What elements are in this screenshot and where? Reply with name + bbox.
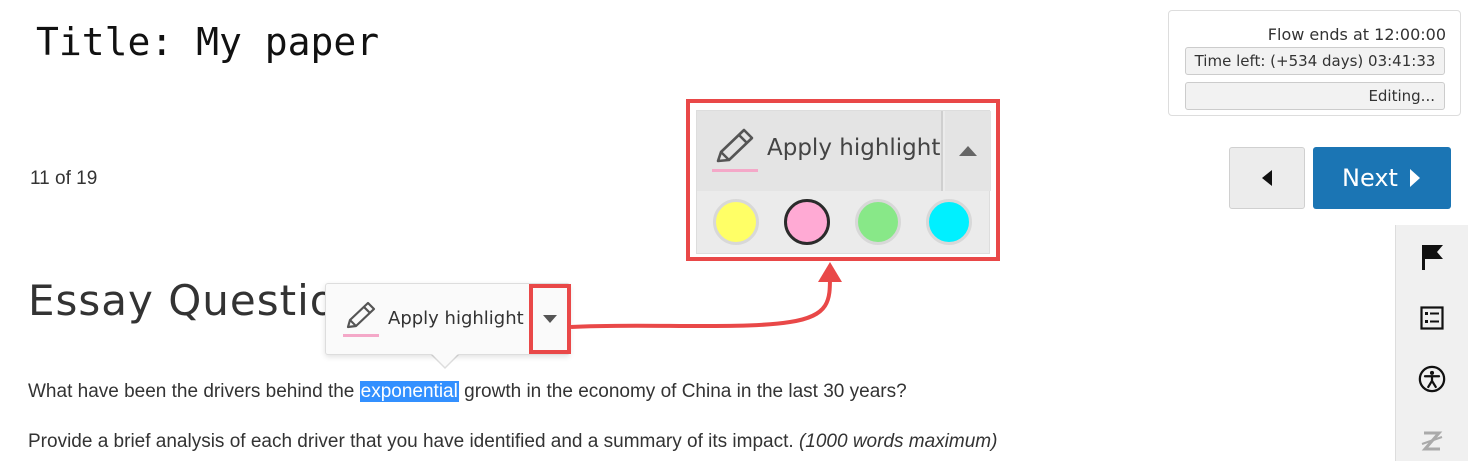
swatch-pink[interactable]: [784, 199, 830, 245]
accessibility-icon[interactable]: [1418, 365, 1446, 393]
time-left-display: Time left: (+534 days) 03:41:33: [1185, 47, 1445, 75]
question-text-after: growth in the economy of China in the la…: [458, 381, 907, 402]
next-button[interactable]: Next: [1313, 147, 1451, 209]
highlight-collapse-toggle[interactable]: [945, 111, 991, 191]
next-button-label: Next: [1342, 164, 1398, 192]
pencil-icon: [711, 127, 759, 174]
swatch-cyan[interactable]: [926, 199, 972, 245]
apply-highlight-label: Apply highlight: [767, 135, 941, 161]
list-icon[interactable]: [1418, 304, 1446, 332]
triangle-right-icon: [1409, 169, 1420, 187]
chevron-up-icon: [959, 146, 977, 156]
question-instruction: Provide a brief analysis of each driver …: [28, 431, 997, 453]
pencil-color-underline: [712, 169, 758, 172]
question-text-before: What have been the drivers behind the: [28, 381, 360, 402]
strikethrough-z-icon[interactable]: [1418, 427, 1446, 455]
color-swatch-row: [697, 191, 991, 255]
highlight-dropdown-toggle[interactable]: [529, 284, 571, 354]
word-limit-note: (1000 words maximum): [798, 431, 998, 452]
question-text: What have been the drivers behind the ex…: [28, 381, 907, 403]
swatch-green[interactable]: [855, 199, 901, 245]
apply-highlight-large-button[interactable]: Apply highlight: [697, 111, 943, 191]
side-toolbar: [1395, 225, 1468, 461]
pencil-color-underline: [343, 334, 379, 337]
triangle-left-icon: [1262, 170, 1272, 186]
timer-panel: Flow ends at 12:00:00 Time left: (+534 d…: [1168, 10, 1461, 116]
instruction-text: Provide a brief analysis of each driver …: [28, 431, 799, 452]
chevron-down-icon: [543, 315, 557, 323]
page-title: Title: My paper: [36, 20, 380, 64]
previous-button[interactable]: [1229, 147, 1305, 209]
flow-end-time: Flow ends at 12:00:00: [1267, 25, 1446, 44]
question-heading: Essay Question: [28, 276, 365, 325]
editing-status: Editing...: [1185, 82, 1445, 110]
popup-pointer: [432, 354, 458, 367]
swatch-yellow[interactable]: [713, 199, 759, 245]
apply-highlight-button[interactable]: Apply highlight: [388, 308, 524, 329]
flag-icon[interactable]: [1418, 243, 1446, 271]
selected-word[interactable]: exponential: [359, 381, 459, 402]
expanded-highlight-panel: Apply highlight: [696, 110, 991, 255]
question-progress: 11 of 19: [30, 168, 98, 189]
